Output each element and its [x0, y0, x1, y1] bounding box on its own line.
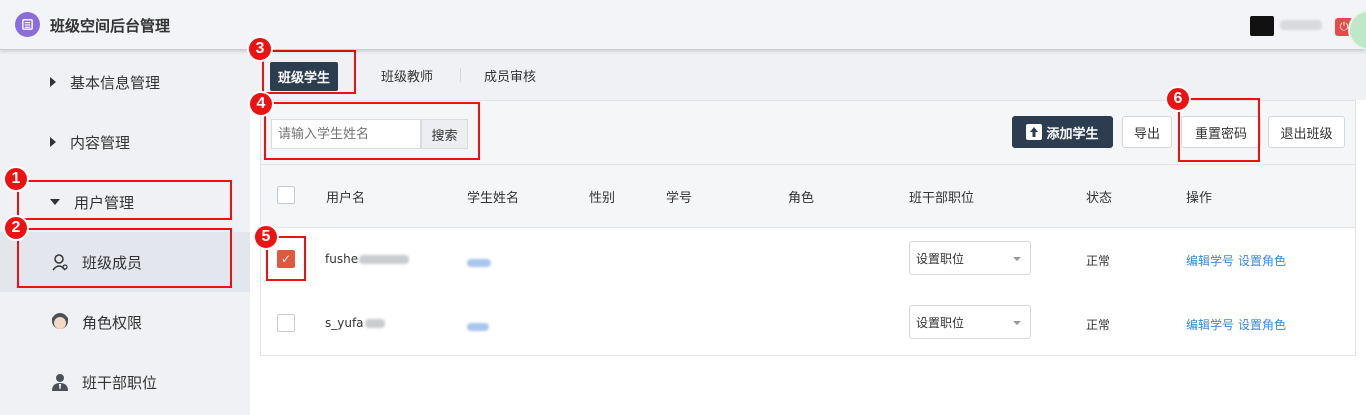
caret-right-icon	[50, 137, 56, 147]
annotation-badge: 3	[247, 36, 273, 62]
column-header: 状态	[1086, 191, 1113, 206]
main-content: 班级学生 班级教师 成员审核 搜索 添加学生 导出 重置密码 退出班级 用户名 …	[250, 50, 1366, 415]
annotation-badge: 5	[253, 224, 279, 250]
column-header: 班干部职位	[909, 191, 975, 206]
sidebar: 基本信息管理 内容管理 用户管理 班级成员 角色权限 班干部职位	[0, 50, 250, 415]
role-icon	[50, 312, 70, 332]
column-header: 学号	[666, 191, 693, 206]
add-student-label: 添加学生	[1046, 126, 1099, 142]
add-student-button[interactable]: 添加学生	[1012, 116, 1113, 148]
student-name-cell[interactable]	[467, 256, 491, 270]
student-name-cell[interactable]	[467, 320, 489, 334]
table-row: ✓ fushe 设置职位 正常 编辑学号 设置角色	[260, 227, 1356, 292]
person-icon	[50, 252, 70, 272]
table-row: s_yufa 设置职位 正常 编辑学号 设置角色	[260, 291, 1356, 356]
edit-student-id-link[interactable]: 编辑学号	[1186, 316, 1234, 333]
set-role-link[interactable]: 设置角色	[1238, 252, 1286, 269]
row-checkbox[interactable]	[277, 314, 295, 332]
username-text: s_yufa	[325, 316, 364, 330]
caret-down-icon	[50, 199, 60, 205]
status-cell: 正常	[1086, 318, 1111, 332]
annotation-badge: 6	[1165, 86, 1191, 112]
blurred-text	[467, 323, 489, 331]
sidebar-item-label: 基本信息管理	[70, 73, 161, 92]
annotation-badge: 2	[3, 215, 29, 241]
column-header: 角色	[788, 191, 815, 206]
position-select[interactable]: 设置职位	[909, 305, 1031, 339]
status-cell: 正常	[1086, 254, 1111, 268]
username-cell: fushe	[325, 252, 410, 266]
set-role-link[interactable]: 设置角色	[1238, 316, 1286, 333]
sidebar-item-label: 班干部职位	[82, 373, 158, 392]
blurred-text	[359, 255, 410, 264]
sidebar-item-label: 角色权限	[82, 313, 143, 332]
dropdown-arrow-icon	[1013, 321, 1021, 325]
sidebar-item-class-members[interactable]: 班级成员	[0, 232, 250, 292]
user-name-blurred	[1280, 20, 1322, 30]
username-text: fushe	[325, 252, 359, 266]
app-logo-icon	[15, 12, 40, 37]
sidebar-item-label: 用户管理	[74, 193, 135, 212]
position-select-value: 设置职位	[916, 315, 965, 330]
sidebar-item-content[interactable]: 内容管理	[0, 112, 250, 172]
user-avatar[interactable]	[1250, 16, 1274, 36]
edit-student-id-link[interactable]: 编辑学号	[1186, 252, 1234, 269]
upload-icon	[1026, 124, 1043, 140]
tab-class-teachers[interactable]: 班级教师	[381, 66, 433, 85]
top-bar: 班级空间后台管理 ⏻	[0, 0, 1366, 50]
export-button[interactable]: 导出	[1122, 116, 1172, 148]
tab-class-students[interactable]: 班级学生	[270, 62, 339, 91]
position-select-value: 设置职位	[916, 251, 965, 266]
search-button[interactable]: 搜索	[421, 119, 468, 149]
leave-class-button[interactable]: 退出班级	[1268, 116, 1345, 148]
table-header: 用户名 学生姓名 性别 学号 角色 班干部职位 状态 操作	[260, 165, 1356, 227]
sidebar-item-label: 内容管理	[70, 133, 131, 152]
toolbar: 搜索 添加学生 导出 重置密码 退出班级	[260, 100, 1356, 165]
sidebar-item-basic-info[interactable]: 基本信息管理	[0, 52, 250, 112]
tab-member-review[interactable]: 成员审核	[484, 66, 536, 85]
caret-right-icon	[50, 77, 56, 87]
search-input[interactable]	[271, 119, 421, 149]
blurred-text	[364, 319, 385, 328]
column-header: 用户名	[326, 191, 366, 206]
sidebar-item-label: 班级成员	[82, 253, 143, 272]
column-header: 性别	[589, 191, 616, 206]
annotation-badge: 4	[248, 91, 274, 117]
select-all-checkbox[interactable]	[277, 186, 295, 204]
app-title: 班级空间后台管理	[50, 17, 171, 35]
dropdown-arrow-icon	[1013, 257, 1021, 261]
sidebar-item-class-officers[interactable]: 班干部职位	[0, 352, 250, 412]
reset-password-button[interactable]: 重置密码	[1181, 116, 1261, 148]
sidebar-item-user-management[interactable]: 用户管理	[0, 172, 250, 232]
tab-bar: 班级学生 班级教师 成员审核	[250, 50, 1366, 100]
row-checkbox[interactable]: ✓	[277, 250, 295, 268]
position-select[interactable]: 设置职位	[909, 241, 1031, 275]
column-header: 学生姓名	[467, 191, 520, 206]
blurred-text	[467, 259, 491, 267]
username-cell: s_yufa	[325, 316, 385, 330]
sidebar-item-role-permissions[interactable]: 角色权限	[0, 292, 250, 352]
floating-widget[interactable]	[1348, 10, 1366, 50]
tab-divider	[460, 68, 461, 82]
annotation-badge: 1	[3, 166, 29, 192]
officer-icon	[50, 372, 70, 392]
column-header: 操作	[1186, 191, 1213, 206]
